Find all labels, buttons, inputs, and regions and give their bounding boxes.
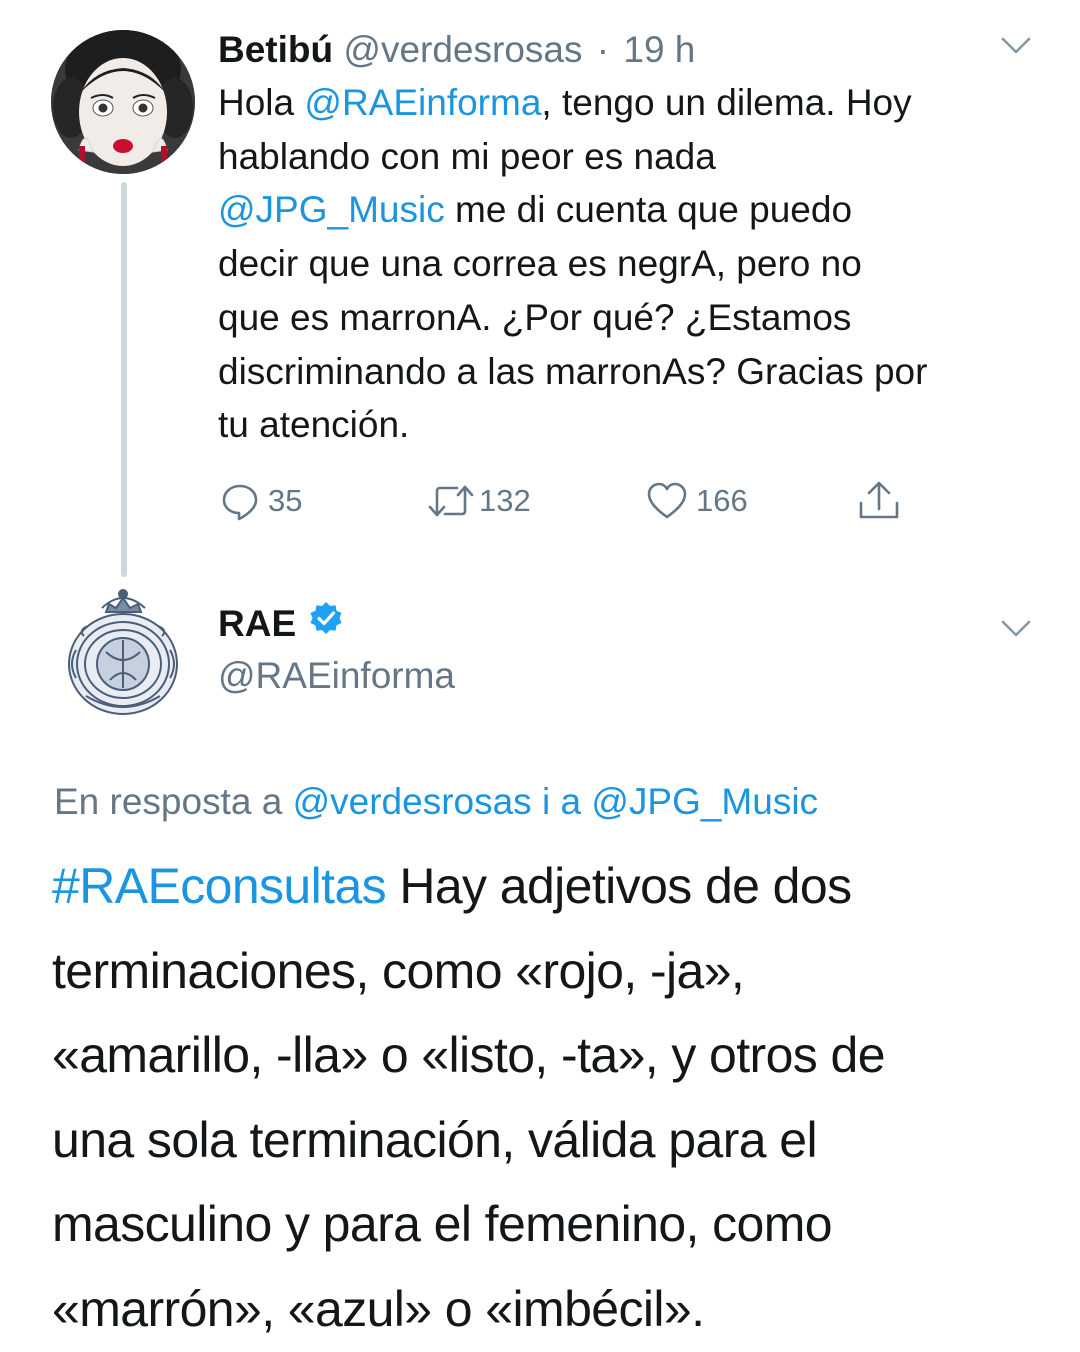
reply-context-prefix: En resposta a bbox=[54, 781, 293, 822]
share-icon bbox=[855, 479, 903, 523]
tweet-line: discriminando a las marronAs? Gracias po… bbox=[218, 350, 928, 392]
verified-badge-icon bbox=[308, 600, 344, 648]
tweet-line: #RAEconsultas Hay adjetivos de dos bbox=[52, 844, 1052, 929]
like-button[interactable]: 166 bbox=[646, 478, 748, 524]
tweet-line: tu atención. bbox=[218, 404, 410, 446]
avatar-portrait-image bbox=[51, 30, 195, 174]
reply-context: En resposta a @verdesrosas i a @JPG_Musi… bbox=[54, 778, 818, 826]
retweet-button[interactable]: 132 bbox=[425, 478, 531, 524]
tweet-line: «amarillo, -lla» o «listo, -ta», y otros… bbox=[52, 1027, 886, 1084]
rae-emblem-image bbox=[68, 589, 178, 715]
tweet-line: @JPG_Music me di cuenta que puedo bbox=[218, 183, 1048, 237]
display-name[interactable]: RAE bbox=[218, 600, 296, 648]
tweet-line: Hola @RAEinforma, tengo un dilema. Hoy bbox=[218, 76, 1048, 130]
header-separator: · bbox=[596, 29, 610, 70]
tweet-line: una sola terminación, válida para el bbox=[52, 1111, 818, 1168]
retweet-icon bbox=[425, 481, 477, 521]
user-avatar-betibu[interactable] bbox=[51, 30, 195, 174]
mention-link[interactable]: @JPG_Music bbox=[591, 781, 818, 822]
tweet-line: terminaciones, como «rojo, -ja», bbox=[52, 942, 745, 999]
retweet-count: 132 bbox=[479, 483, 531, 518]
tweet-line: masculino y para el femenino, como bbox=[52, 1196, 833, 1253]
thread-connector-line bbox=[121, 182, 127, 577]
tweet-line: decir que una correa es negrA, pero no bbox=[218, 243, 862, 285]
user-handle[interactable]: @verdesrosas bbox=[343, 29, 582, 70]
hashtag-link[interactable]: #RAEconsultas bbox=[52, 858, 387, 914]
text-fragment: Hola bbox=[218, 82, 305, 123]
tweet-timestamp[interactable]: 19 h bbox=[623, 29, 695, 70]
user-handle[interactable]: @RAEinforma bbox=[218, 652, 455, 700]
text-fragment: , tengo un dilema. Hoy bbox=[541, 82, 912, 123]
rae-crest-avatar[interactable] bbox=[66, 582, 181, 722]
tweet1-text: Hola @RAEinforma, tengo un dilema. Hoy h… bbox=[218, 76, 1048, 452]
tweet-line: que es marronA. ¿Por qué? ¿Estamos bbox=[218, 296, 852, 338]
tweet-line: hablando con mi peor es nada bbox=[218, 135, 716, 177]
mention-link[interactable]: @RAEinforma bbox=[304, 82, 541, 123]
tweet2-author: RAE bbox=[218, 600, 344, 648]
like-count: 166 bbox=[696, 483, 748, 518]
display-name[interactable]: Betibú bbox=[218, 29, 333, 70]
tweet1-header: Betibú @verdesrosas · 19 h bbox=[218, 26, 695, 74]
reply-button[interactable]: 35 bbox=[220, 478, 302, 524]
reply-context-connector: i a bbox=[531, 781, 592, 822]
text-fragment: me di cuenta que puedo bbox=[444, 189, 853, 231]
tweet-line: «marrón», «azul» o «imbécil». bbox=[52, 1280, 705, 1337]
chevron-down-icon[interactable] bbox=[998, 616, 1034, 642]
mention-link[interactable]: @verdesrosas bbox=[293, 781, 532, 822]
tweet2-text: #RAEconsultas Hay adjetivos de dos termi… bbox=[52, 844, 1052, 1352]
share-button[interactable] bbox=[855, 478, 903, 524]
chevron-down-icon[interactable] bbox=[998, 33, 1034, 59]
heart-icon bbox=[646, 481, 688, 521]
reply-icon bbox=[220, 481, 260, 521]
mention-link[interactable]: @JPG_Music bbox=[218, 189, 445, 230]
text-fragment: Hay adjetivos de dos bbox=[386, 858, 852, 914]
reply-count: 35 bbox=[268, 483, 303, 518]
